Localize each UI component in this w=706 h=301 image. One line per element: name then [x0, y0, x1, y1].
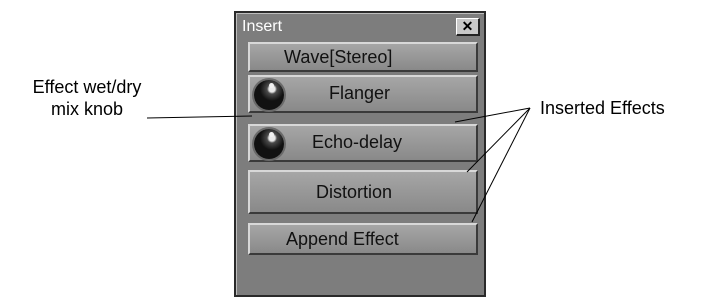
callout-lines: [146, 107, 531, 223]
effects-leader-distortion: [471, 107, 531, 223]
knob-leader-line: [146, 115, 253, 119]
